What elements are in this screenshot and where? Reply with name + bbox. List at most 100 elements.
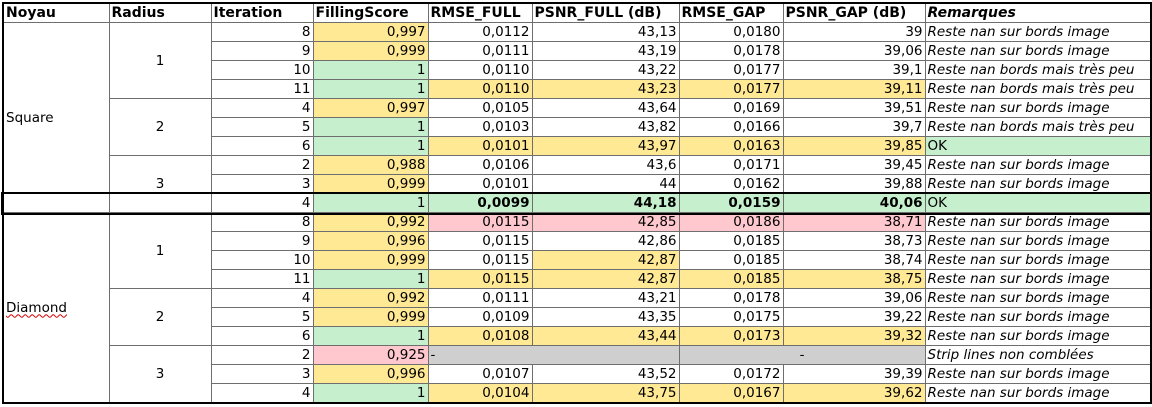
header-rmse-full[interactable]: RMSE_FULL — [427, 2, 533, 23]
rmse-full-cell[interactable]: 0,0115 — [427, 231, 533, 251]
filling-score-cell[interactable]: 1 — [312, 193, 429, 213]
rmse-full-cell[interactable]: 0,0103 — [427, 117, 533, 137]
psnr-gap-cell[interactable]: 39,06 — [782, 41, 926, 61]
rmse-full-missing-cell[interactable]: - — [427, 345, 680, 365]
filling-score-cell[interactable]: 0,997 — [312, 98, 429, 118]
filling-score-cell[interactable]: 0,999 — [312, 307, 429, 327]
iteration-cell[interactable]: 10 — [210, 250, 314, 270]
iteration-cell[interactable]: 3 — [210, 364, 314, 384]
rmse-gap-cell[interactable]: 0,0185 — [678, 231, 784, 251]
iteration-cell[interactable]: 10 — [210, 60, 314, 80]
rmse-full-cell[interactable]: 0,0110 — [427, 60, 533, 80]
psnr-full-cell[interactable]: 43,19 — [531, 41, 680, 61]
remark-cell[interactable]: Reste nan sur bords image — [924, 364, 1152, 384]
remark-cell[interactable]: Reste nan sur bords image — [924, 212, 1152, 232]
filling-score-cell[interactable]: 0,988 — [312, 155, 429, 175]
rmse-gap-cell[interactable]: 0,0173 — [678, 326, 784, 346]
header-rmse-gap[interactable]: RMSE_GAP — [678, 2, 784, 23]
remark-cell[interactable]: Reste nan sur bords image — [924, 22, 1152, 42]
iteration-cell[interactable]: 2 — [210, 155, 314, 175]
psnr-full-cell[interactable]: 43,75 — [531, 383, 680, 404]
filling-score-cell[interactable]: 1 — [312, 60, 429, 80]
remark-cell[interactable]: Reste nan sur bords image — [924, 231, 1152, 251]
rmse-full-cell[interactable]: 0,0106 — [427, 155, 533, 175]
filling-score-cell[interactable]: 1 — [312, 136, 429, 156]
iteration-cell[interactable]: 4 — [210, 98, 314, 118]
remark-cell[interactable]: Reste nan bords mais très peu — [924, 79, 1152, 99]
rmse-gap-cell[interactable]: 0,0162 — [678, 174, 784, 194]
psnr-full-cell[interactable]: 44 — [531, 174, 680, 194]
filling-score-cell[interactable]: 1 — [312, 79, 429, 99]
filling-score-cell[interactable]: 0,996 — [312, 231, 429, 251]
iteration-cell[interactable]: 2 — [210, 345, 314, 365]
rmse-gap-cell[interactable]: 0,0177 — [678, 79, 784, 99]
filling-score-cell[interactable]: 0,999 — [312, 41, 429, 61]
psnr-gap-cell[interactable]: 39,51 — [782, 98, 926, 118]
rmse-gap-cell[interactable]: 0,0163 — [678, 136, 784, 156]
rmse-full-cell[interactable]: 0,0115 — [427, 250, 533, 270]
filling-score-cell[interactable]: 0,992 — [312, 288, 429, 308]
remark-cell[interactable]: Reste nan sur bords image — [924, 288, 1152, 308]
remark-cell[interactable]: OK — [924, 193, 1152, 213]
psnr-gap-cell[interactable]: 39,88 — [782, 174, 926, 194]
noyau-square-cell[interactable]: Square — [2, 22, 110, 213]
radius-cell[interactable]: 2 — [108, 98, 212, 156]
rmse-gap-cell[interactable]: 0,0177 — [678, 60, 784, 80]
psnr-gap-cell[interactable]: 39,62 — [782, 383, 926, 404]
iteration-cell[interactable]: 8 — [210, 22, 314, 42]
filling-score-cell[interactable]: 0,997 — [312, 22, 429, 42]
remark-cell[interactable]: Reste nan sur bords image — [924, 174, 1152, 194]
psnr-full-cell[interactable]: 42,85 — [531, 212, 680, 232]
iteration-cell[interactable]: 6 — [210, 326, 314, 346]
header-radius[interactable]: Radius — [108, 2, 212, 23]
remark-cell[interactable]: Reste nan sur bords image — [924, 250, 1152, 270]
rmse-gap-cell[interactable]: 0,0175 — [678, 307, 784, 327]
psnr-full-cell[interactable]: 43,35 — [531, 307, 680, 327]
remark-cell[interactable]: Reste nan sur bords image — [924, 98, 1152, 118]
rmse-full-cell[interactable]: 0,0109 — [427, 307, 533, 327]
psnr-gap-cell[interactable]: 38,75 — [782, 269, 926, 289]
rmse-full-cell[interactable]: 0,0107 — [427, 364, 533, 384]
header-remarques[interactable]: Remarques — [924, 2, 1152, 23]
radius-cell[interactable]: 1 — [108, 22, 212, 99]
psnr-gap-cell[interactable]: 39,85 — [782, 136, 926, 156]
remark-cell[interactable]: Strip lines non comblées — [924, 345, 1152, 365]
psnr-gap-cell[interactable]: 39 — [782, 22, 926, 42]
psnr-full-cell[interactable]: 43,44 — [531, 326, 680, 346]
rmse-full-cell[interactable]: 0,0105 — [427, 98, 533, 118]
rmse-full-cell[interactable]: 0,0110 — [427, 79, 533, 99]
psnr-full-cell[interactable]: 42,87 — [531, 269, 680, 289]
iteration-cell[interactable]: 6 — [210, 136, 314, 156]
psnr-gap-cell[interactable]: 39,06 — [782, 288, 926, 308]
iteration-cell[interactable]: 9 — [210, 41, 314, 61]
radius-cell[interactable]: 1 — [108, 212, 212, 289]
filling-score-cell[interactable]: 0,925 — [312, 345, 429, 365]
rmse-full-cell[interactable]: 0,0101 — [427, 174, 533, 194]
filling-score-cell[interactable]: 1 — [312, 326, 429, 346]
psnr-full-cell[interactable]: 43,13 — [531, 22, 680, 42]
filling-score-cell[interactable]: 0,999 — [312, 174, 429, 194]
rmse-gap-cell[interactable]: 0,0180 — [678, 22, 784, 42]
remark-cell[interactable]: Reste nan sur bords image — [924, 41, 1152, 61]
psnr-full-cell[interactable]: 43,23 — [531, 79, 680, 99]
radius-cell[interactable]: 3 — [108, 155, 212, 213]
filling-score-cell[interactable]: 1 — [312, 383, 429, 404]
remark-cell[interactable]: Reste nan bords mais très peu — [924, 117, 1152, 137]
iteration-cell[interactable]: 4 — [210, 383, 314, 404]
psnr-gap-cell[interactable]: 39,22 — [782, 307, 926, 327]
rmse-gap-cell[interactable]: 0,0172 — [678, 364, 784, 384]
remark-cell[interactable]: Reste nan sur bords image — [924, 307, 1152, 327]
psnr-full-cell[interactable]: 42,86 — [531, 231, 680, 251]
psnr-full-cell[interactable]: 43,22 — [531, 60, 680, 80]
psnr-full-cell[interactable]: 43,21 — [531, 288, 680, 308]
filling-score-cell[interactable]: 0,996 — [312, 364, 429, 384]
psnr-gap-cell[interactable]: 38,71 — [782, 212, 926, 232]
header-noyau[interactable]: Noyau — [2, 2, 110, 23]
header-filling-score[interactable]: FillingScore — [312, 2, 429, 23]
rmse-gap-cell[interactable]: 0,0159 — [678, 193, 784, 213]
rmse-gap-cell[interactable]: 0,0185 — [678, 250, 784, 270]
remark-cell[interactable]: Reste nan sur bords image — [924, 326, 1152, 346]
rmse-gap-cell[interactable]: 0,0178 — [678, 288, 784, 308]
rmse-gap-cell[interactable]: 0,0169 — [678, 98, 784, 118]
filling-score-cell[interactable]: 0,992 — [312, 212, 429, 232]
